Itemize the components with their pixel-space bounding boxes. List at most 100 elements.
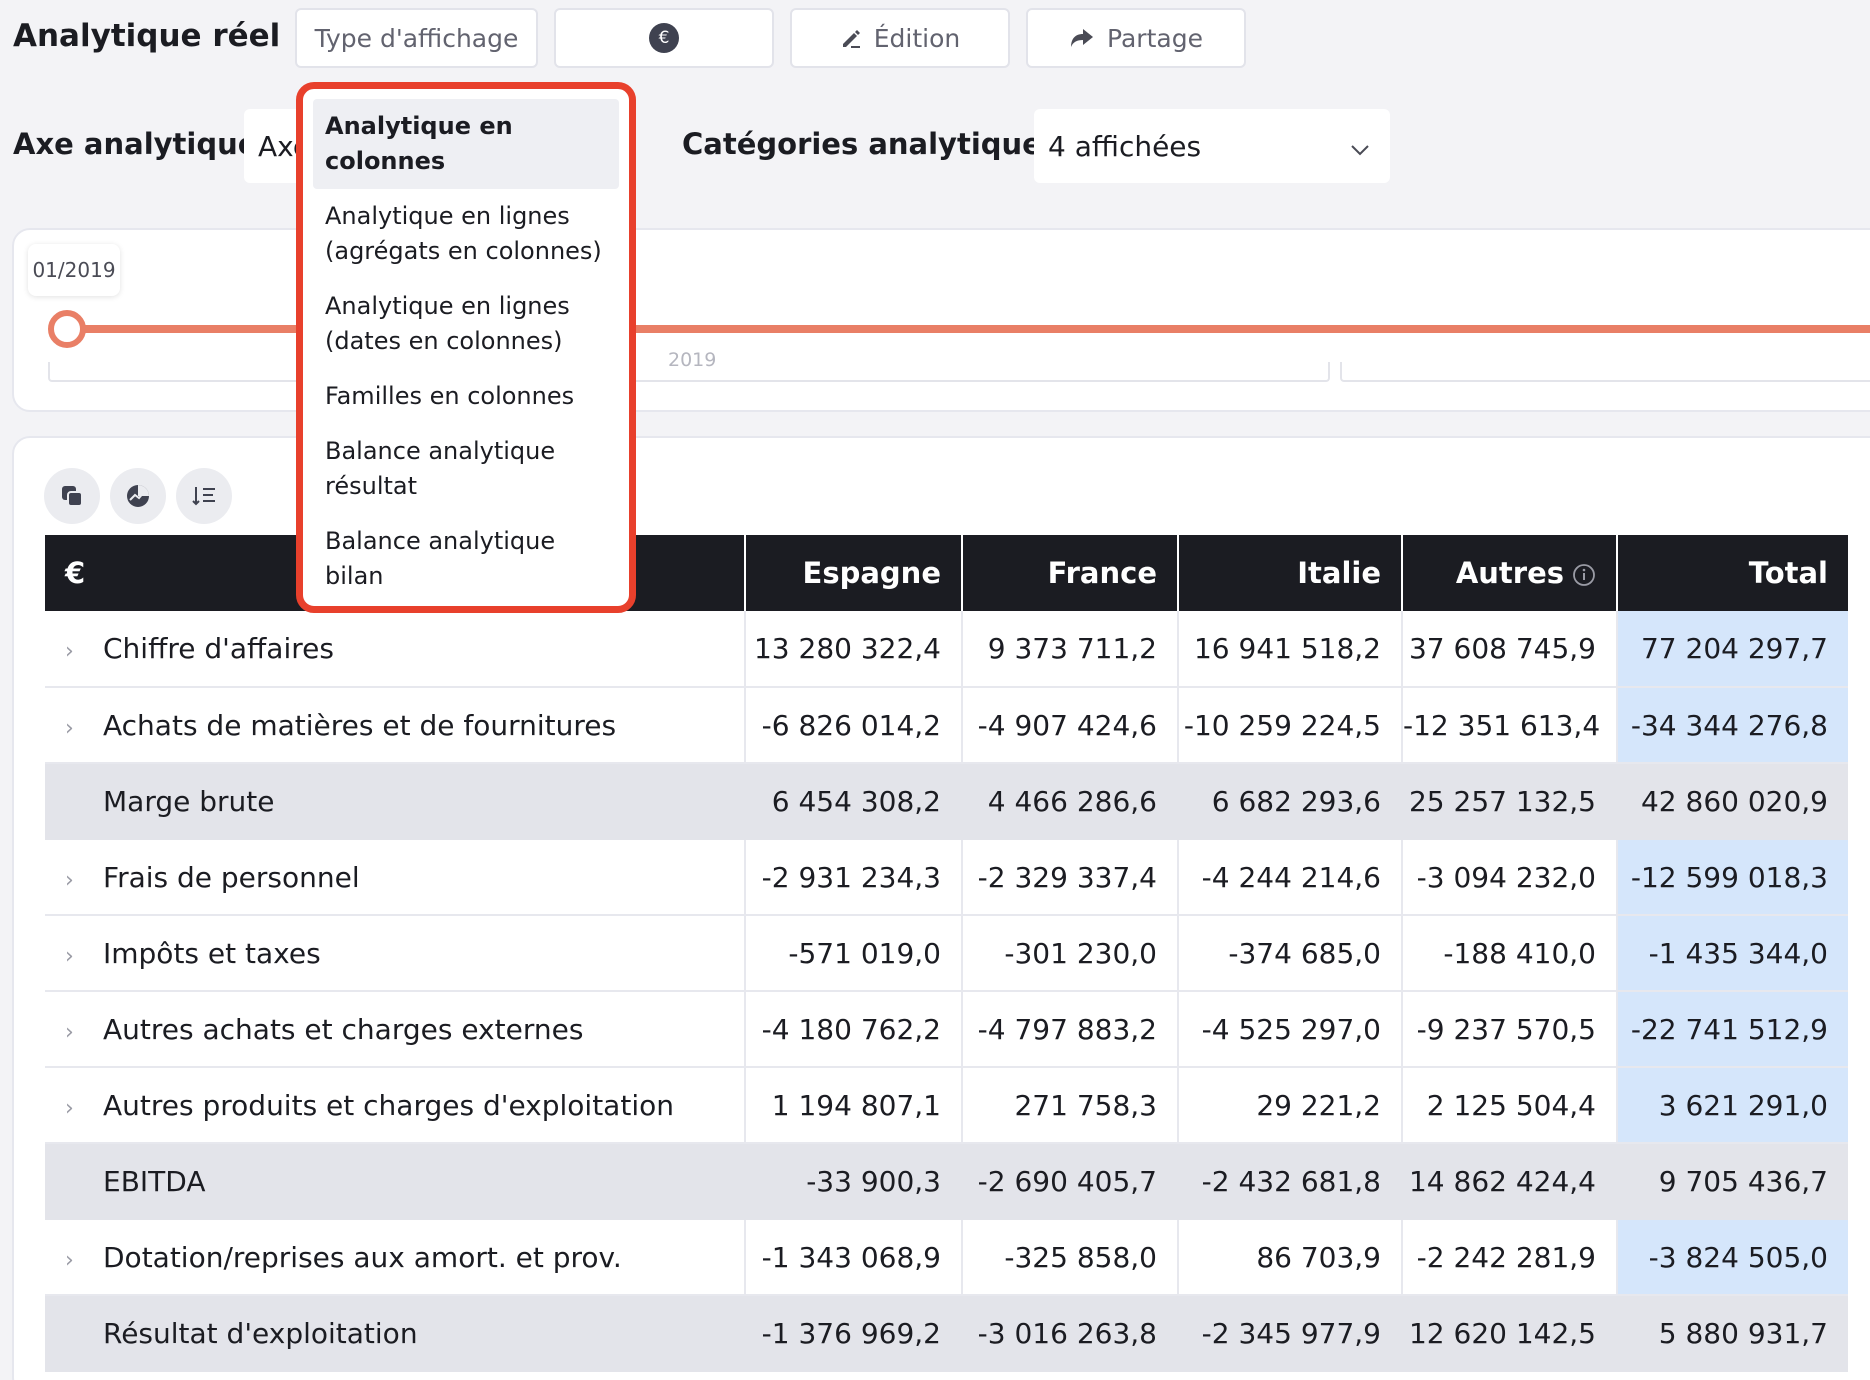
value-cell: -4 797 883,2	[961, 991, 1178, 1068]
share-button[interactable]: Partage	[1026, 8, 1246, 68]
row-label: EBITDA	[103, 1164, 206, 1198]
value-cell: 77 204 297,7	[1616, 611, 1848, 688]
chevron-right-icon[interactable]: ›	[65, 944, 103, 969]
value-cell: -4 180 762,2	[744, 991, 962, 1068]
row-label: Autres achats et charges externes	[103, 1012, 584, 1046]
dropdown-option-familles-colonnes[interactable]: Familles en colonnes	[313, 369, 619, 424]
dropdown-option-analytique-lignes-dates[interactable]: Analytique en lignes (dates en colonnes)	[313, 279, 619, 369]
value-cell: 1 194 807,1	[744, 1067, 962, 1144]
value-cell: -33 900,3	[744, 1143, 962, 1220]
chevron-right-icon[interactable]: ›	[65, 1248, 103, 1273]
table-row: Résultat d'exploitation -1 376 969,2 -3 01…	[45, 1295, 1848, 1372]
row-label: Impôts et taxes	[103, 936, 321, 970]
value-cell: 271 758,3	[961, 1067, 1178, 1144]
value-cell: 3 621 291,0	[1616, 1067, 1848, 1144]
chevron-right-icon[interactable]: ›	[65, 1096, 103, 1121]
row-label-cell: Résultat d'exploitation	[45, 1295, 745, 1372]
chevron-down-icon	[1350, 130, 1370, 163]
table-row[interactable]: › Impôts et taxes -571 019,0 -301 230,0 -374…	[45, 915, 1848, 992]
categories-label: Catégories analytiques	[682, 127, 1060, 161]
value-cell: 42 860 020,9	[1616, 763, 1848, 840]
chart-icon[interactable]	[110, 468, 166, 524]
display-type-label: Type d'affichage	[314, 23, 519, 53]
value-cell: -9 237 570,5	[1401, 991, 1617, 1068]
value-cell: 37 608 745,9	[1401, 611, 1617, 688]
chevron-right-icon[interactable]: ›	[65, 1020, 103, 1045]
value-cell: -1 435 344,0	[1616, 915, 1848, 992]
timeline-card	[12, 228, 1870, 412]
value-cell: -4 244 214,6	[1177, 839, 1402, 916]
row-label-cell[interactable]: › Achats de matières et de fournitures	[45, 687, 745, 764]
categories-select-value: 4 affichées	[1048, 129, 1202, 163]
table-row[interactable]: › Autres achats et charges externes -4 180…	[45, 991, 1848, 1068]
column-header-italie[interactable]: Italie	[1177, 535, 1402, 611]
pencil-icon	[840, 27, 862, 49]
value-cell: -3 094 232,0	[1401, 839, 1617, 916]
value-cell: 4 466 286,6	[961, 763, 1178, 840]
edit-label: Édition	[873, 23, 961, 53]
row-label: Résultat d'exploitation	[103, 1316, 418, 1350]
start-date-chip: 01/2019	[28, 244, 120, 296]
copy-icon[interactable]	[44, 468, 100, 524]
value-cell: -2 690 405,7	[961, 1143, 1178, 1220]
value-cell: -6 826 014,2	[744, 687, 962, 764]
table-row[interactable]: › Achats de matières et de fournitures -6 …	[45, 687, 1848, 764]
value-cell: -2 329 337,4	[961, 839, 1178, 916]
column-header-total[interactable]: Total	[1616, 535, 1848, 611]
table-row: EBITDA -33 900,3 -2 690 405,7 -2 432 681,8 1…	[45, 1143, 1848, 1220]
value-cell: -2 345 977,9	[1177, 1295, 1402, 1372]
analytics-table: € Espagne France Italie Autres Total › Ch…	[45, 535, 1848, 1372]
value-cell: -10 259 224,5	[1177, 687, 1402, 764]
row-label: Autres produits et charges d'exploitatio…	[103, 1088, 674, 1122]
value-cell: 13 280 322,4	[744, 611, 962, 688]
currency-button[interactable]: €	[554, 8, 774, 68]
dropdown-option-analytique-colonnes[interactable]: Analytique en colonnes	[313, 99, 619, 189]
value-cell: -2 931 234,3	[744, 839, 962, 916]
display-type-button[interactable]: Type d'affichage	[295, 8, 538, 68]
value-cell: 9 705 436,7	[1616, 1143, 1848, 1220]
info-icon[interactable]	[1572, 563, 1596, 587]
edit-button[interactable]: Édition	[790, 8, 1010, 68]
row-label: Dotation/reprises aux amort. et prov.	[103, 1240, 622, 1274]
dropdown-option-balance-bilan[interactable]: Balance analytique bilan	[313, 514, 619, 604]
row-label-cell[interactable]: › Autres produits et charges d'exploitati…	[45, 1067, 745, 1144]
value-cell: -374 685,0	[1177, 915, 1402, 992]
dropdown-option-balance-resultat[interactable]: Balance analytique résultat	[313, 424, 619, 514]
value-cell: -1 343 068,9	[744, 1219, 962, 1296]
value-cell: -2 432 681,8	[1177, 1143, 1402, 1220]
value-cell: 6 454 308,2	[744, 763, 962, 840]
value-cell: 2 125 504,4	[1401, 1067, 1617, 1144]
categories-select[interactable]: 4 affichées	[1034, 109, 1390, 183]
date-range-start-handle[interactable]	[48, 310, 86, 348]
value-cell: -3 824 505,0	[1616, 1219, 1848, 1296]
sort-icon[interactable]	[176, 468, 232, 524]
chevron-right-icon[interactable]: ›	[65, 639, 103, 664]
table-row[interactable]: › Chiffre d'affaires 13 280 322,4 9 373 711…	[45, 611, 1848, 688]
table-row[interactable]: › Frais de personnel -2 931 234,3 -2 329 33…	[45, 839, 1848, 916]
table-row[interactable]: › Autres produits et charges d'exploitati…	[45, 1067, 1848, 1144]
row-label-cell[interactable]: › Autres achats et charges externes	[45, 991, 745, 1068]
row-label-cell[interactable]: › Impôts et taxes	[45, 915, 745, 992]
row-label-cell: Marge brute	[45, 763, 745, 840]
chevron-right-icon[interactable]: ›	[65, 868, 103, 893]
value-cell: -12 599 018,3	[1616, 839, 1848, 916]
display-type-dropdown: Analytique en colonnes Analytique en lig…	[296, 82, 636, 613]
euro-icon: €	[649, 23, 679, 53]
row-label: Chiffre d'affaires	[103, 632, 334, 665]
chevron-right-icon[interactable]: ›	[65, 716, 103, 741]
table-row[interactable]: › Dotation/reprises aux amort. et prov. -1…	[45, 1219, 1848, 1296]
value-cell: -188 410,0	[1401, 915, 1617, 992]
share-label: Partage	[1107, 23, 1203, 53]
row-label-cell[interactable]: › Chiffre d'affaires	[45, 611, 745, 688]
value-cell: 86 703,9	[1177, 1219, 1402, 1296]
column-header-france[interactable]: France	[961, 535, 1178, 611]
dropdown-option-analytique-lignes-agregats[interactable]: Analytique en lignes (agrégats en colonn…	[313, 189, 619, 279]
value-cell: -4 907 424,6	[961, 687, 1178, 764]
row-label-cell[interactable]: › Dotation/reprises aux amort. et prov.	[45, 1219, 745, 1296]
value-cell: -325 858,0	[961, 1219, 1178, 1296]
column-header-espagne[interactable]: Espagne	[744, 535, 962, 611]
row-label-cell[interactable]: › Frais de personnel	[45, 839, 745, 916]
value-cell: 5 880 931,7	[1616, 1295, 1848, 1372]
column-header-autres[interactable]: Autres	[1401, 535, 1617, 611]
row-label: Marge brute	[103, 784, 275, 818]
